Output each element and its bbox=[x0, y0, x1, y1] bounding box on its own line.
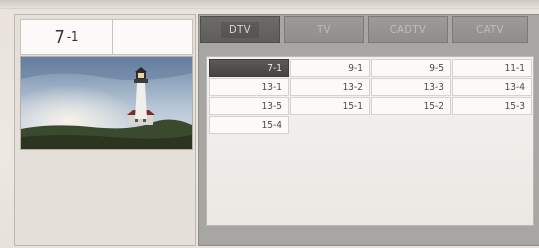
channel-cell[interactable]: 15-2 bbox=[371, 97, 451, 115]
channel-minor: -1 bbox=[66, 29, 79, 45]
channel-cell[interactable]: 13-3 bbox=[371, 78, 451, 96]
tab-catv[interactable]: CATV bbox=[452, 16, 528, 43]
lighthouse-scene bbox=[21, 57, 192, 149]
channel-info-slot bbox=[113, 20, 192, 54]
channel-cell[interactable]: 11-1 bbox=[452, 59, 532, 77]
channel-cell[interactable]: 13-4 bbox=[452, 78, 532, 96]
current-channel-display: 7 -1 bbox=[20, 19, 193, 55]
channel-preview-image bbox=[20, 56, 193, 150]
tab-dtv[interactable]: DTV bbox=[200, 16, 280, 43]
top-ridge bbox=[0, 0, 539, 9]
current-channel-number: 7 -1 bbox=[21, 20, 113, 54]
tab-cadtv[interactable]: CADTV bbox=[368, 16, 448, 43]
tab-tv[interactable]: TV bbox=[284, 16, 364, 43]
channel-cell[interactable]: 15-1 bbox=[290, 97, 370, 115]
source-tabs: DTV TV CADTV CATV bbox=[200, 16, 539, 44]
channel-cell[interactable]: 13-1 bbox=[209, 78, 289, 96]
channel-cell[interactable]: 7-1 bbox=[209, 59, 289, 77]
channel-cell[interactable]: 9-1 bbox=[290, 59, 370, 77]
channel-cell[interactable]: 15-4 bbox=[209, 116, 289, 134]
channel-cell[interactable]: 13-2 bbox=[290, 78, 370, 96]
channel-grid: 7-1 9-1 9-5 11-1 13-1 13-2 13-3 13-4 13-… bbox=[209, 59, 532, 134]
tab-dtv-label: DTV bbox=[221, 21, 259, 38]
channel-major: 7 bbox=[54, 26, 65, 48]
channel-cell[interactable]: 15-3 bbox=[452, 97, 532, 115]
tab-tv-label: TV bbox=[317, 23, 331, 36]
tab-catv-label: CATV bbox=[476, 23, 504, 36]
tab-cadtv-label: CADTV bbox=[389, 23, 427, 36]
channel-cell[interactable]: 9-5 bbox=[371, 59, 451, 77]
channel-cell[interactable]: 13-5 bbox=[209, 97, 289, 115]
